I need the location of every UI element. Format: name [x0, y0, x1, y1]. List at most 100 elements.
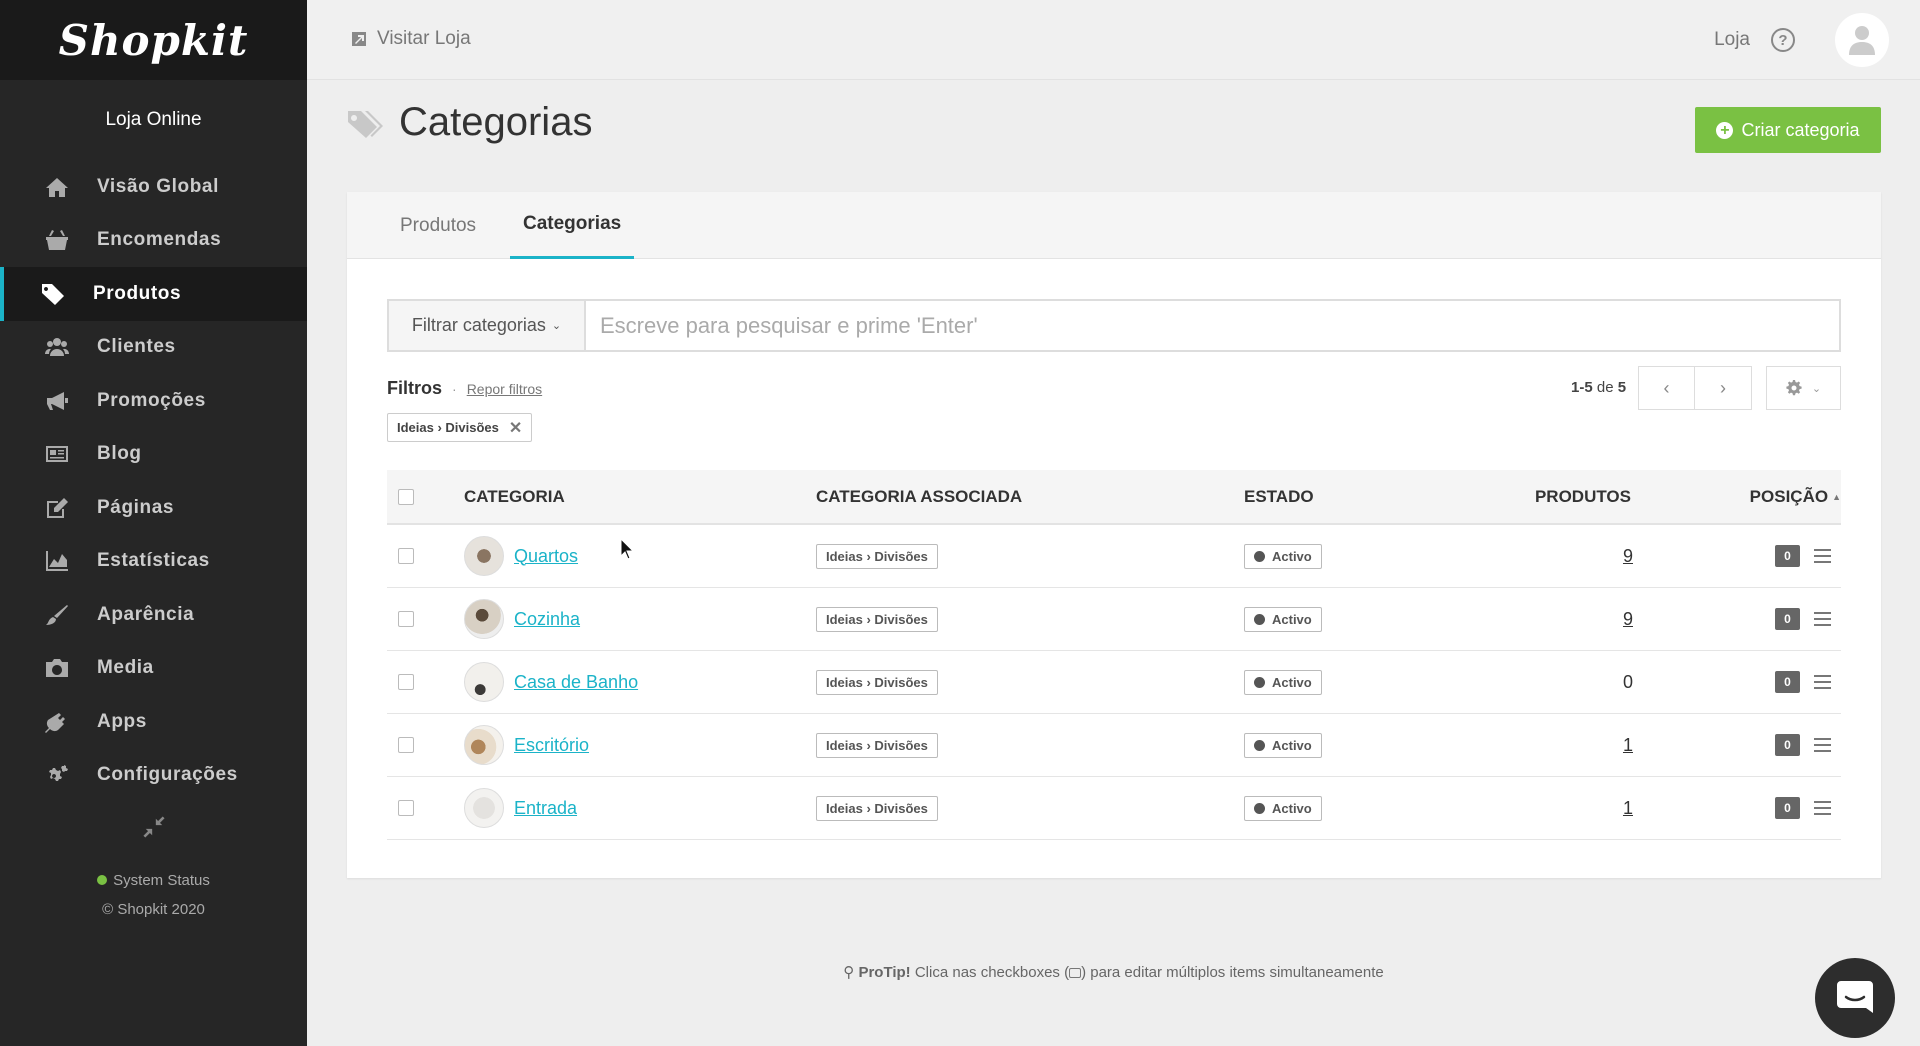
sidebar-item-paginas[interactable]: Páginas: [0, 481, 307, 535]
tab-categorias[interactable]: Categorias: [510, 192, 635, 259]
sidebar-item-configuracoes[interactable]: Configurações: [0, 749, 307, 803]
help-icon[interactable]: ?: [1771, 28, 1795, 52]
prev-page-button[interactable]: ‹: [1638, 366, 1695, 410]
header-products[interactable]: PRODUTOS: [1535, 487, 1631, 507]
row-checkbox[interactable]: [398, 674, 414, 690]
reset-filters-link[interactable]: Repor filtros: [467, 381, 542, 397]
products-count-link[interactable]: 1: [1623, 798, 1633, 819]
tag-icon: [40, 283, 66, 305]
position-cell: 0: [1775, 671, 1831, 693]
store-name[interactable]: Loja Online: [0, 80, 307, 160]
row-checkbox[interactable]: [398, 611, 414, 627]
collapse-sidebar-button[interactable]: [0, 802, 307, 852]
plug-icon: [44, 711, 70, 733]
category-link[interactable]: Quartos: [514, 546, 578, 567]
sidebar-item-visao-global[interactable]: Visão Global: [0, 160, 307, 214]
drag-handle-icon[interactable]: [1814, 801, 1831, 815]
active-filter-label: Ideias › Divisões: [397, 420, 499, 435]
header-position[interactable]: POSIÇÃO ▲: [1750, 487, 1841, 507]
avatar[interactable]: [1835, 13, 1889, 67]
state-cell: Activo: [1244, 606, 1322, 632]
sidebar-item-encomendas[interactable]: Encomendas: [0, 214, 307, 268]
shopkit-logo[interactable]: Shopkit: [59, 16, 249, 65]
status-badge[interactable]: Activo: [1244, 543, 1322, 569]
position-cell: 0: [1775, 608, 1831, 630]
sidebar-item-clientes[interactable]: Clientes: [0, 321, 307, 375]
sidebar-item-estatisticas[interactable]: Estatísticas: [0, 535, 307, 589]
status-dot: [1254, 802, 1265, 814]
position-cell: 0: [1775, 797, 1831, 819]
lightbulb-icon: ⚲: [843, 964, 855, 981]
sidebar-item-apps[interactable]: Apps: [0, 695, 307, 749]
category-link[interactable]: Escritório: [514, 735, 589, 756]
row-checkbox[interactable]: [398, 800, 414, 816]
row-checkbox[interactable]: [398, 548, 414, 564]
products-count-link[interactable]: 9: [1623, 609, 1633, 630]
categories-table: CATEGORIA CATEGORIA ASSOCIADA ESTADO PRO…: [387, 470, 1841, 840]
pagination-info: 1-5 de 5: [1571, 379, 1626, 396]
remove-filter-icon[interactable]: ✕: [509, 418, 522, 438]
camera-icon: [44, 657, 70, 679]
status-dot: [1254, 613, 1265, 625]
position-cell: 0: [1775, 734, 1831, 756]
table-settings-button[interactable]: ⌄: [1766, 366, 1841, 410]
header-state[interactable]: ESTADO: [1244, 487, 1314, 507]
logo-area[interactable]: Shopkit: [0, 0, 307, 80]
header-position-label: POSIÇÃO: [1749, 486, 1829, 506]
checkbox-icon: [1069, 968, 1082, 979]
chevron-left-icon: ‹: [1663, 377, 1670, 398]
drag-handle-icon[interactable]: [1814, 675, 1831, 689]
tab-produtos[interactable]: Produtos: [400, 192, 476, 259]
search-input[interactable]: [586, 301, 1839, 350]
create-category-button[interactable]: + Criar categoria: [1695, 107, 1881, 153]
sidebar-item-label: Clientes: [97, 336, 176, 358]
system-status-link[interactable]: System Status: [0, 866, 307, 895]
mouse-cursor: [620, 537, 635, 565]
status-badge[interactable]: Activo: [1244, 795, 1322, 821]
sidebar-item-blog[interactable]: Blog: [0, 428, 307, 482]
products-count-link[interactable]: 1: [1623, 735, 1633, 756]
gears-icon: [44, 764, 70, 786]
users-icon: [44, 336, 70, 358]
visit-store-link[interactable]: Visitar Loja: [351, 28, 471, 50]
category-cell: Quartos: [464, 536, 578, 576]
drag-handle-icon[interactable]: [1814, 738, 1831, 752]
sidebar-item-promocoes[interactable]: Promoções: [0, 374, 307, 428]
status-badge[interactable]: Activo: [1244, 606, 1322, 632]
compress-icon: [142, 816, 165, 838]
filter-categories-dropdown[interactable]: Filtrar categorias ⌄: [389, 301, 586, 350]
next-page-button[interactable]: ›: [1695, 366, 1752, 410]
chevron-down-icon: ⌄: [551, 320, 562, 332]
chevron-down-icon: ⌄: [1811, 382, 1822, 395]
chevron-right-icon: ›: [1720, 377, 1726, 398]
header-associated-category[interactable]: CATEGORIA ASSOCIADA: [816, 487, 1022, 507]
filters-label: Filtros: [387, 378, 443, 398]
status-label: Activo: [1272, 800, 1312, 816]
select-all-checkbox[interactable]: [398, 488, 414, 505]
category-link[interactable]: Entrada: [514, 798, 577, 819]
pager-total: 5: [1617, 379, 1627, 396]
topbar: Visitar Loja Loja ?: [307, 0, 1920, 80]
position-badge: 0: [1775, 671, 1800, 693]
search-bar: Filtrar categorias ⌄: [387, 299, 1841, 352]
sidebar-item-media[interactable]: Media: [0, 642, 307, 696]
status-badge[interactable]: Activo: [1244, 732, 1322, 758]
sidebar-item-produtos[interactable]: Produtos: [0, 267, 307, 321]
products-count-link[interactable]: 9: [1623, 546, 1633, 567]
store-link[interactable]: Loja: [1714, 29, 1750, 51]
table-row: Entrada Ideias › Divisões Activo 1 0: [387, 777, 1841, 840]
drag-handle-icon[interactable]: [1814, 549, 1831, 563]
category-link[interactable]: Cozinha: [514, 609, 580, 630]
associated-cell: Ideias › Divisões: [816, 543, 938, 569]
sidebar-item-aparencia[interactable]: Aparência: [0, 588, 307, 642]
user-icon: [1849, 26, 1875, 55]
area-chart-icon: [44, 550, 70, 572]
chat-launcher-button[interactable]: [1815, 958, 1895, 1038]
row-checkbox[interactable]: [398, 737, 414, 753]
category-link[interactable]: Casa de Banho: [514, 672, 638, 693]
status-badge[interactable]: Activo: [1244, 669, 1322, 695]
category-thumbnail: [464, 599, 504, 639]
drag-handle-icon[interactable]: [1814, 612, 1831, 626]
filter-categories-label: Filtrar categorias: [411, 315, 546, 335]
header-category[interactable]: CATEGORIA: [464, 487, 565, 507]
